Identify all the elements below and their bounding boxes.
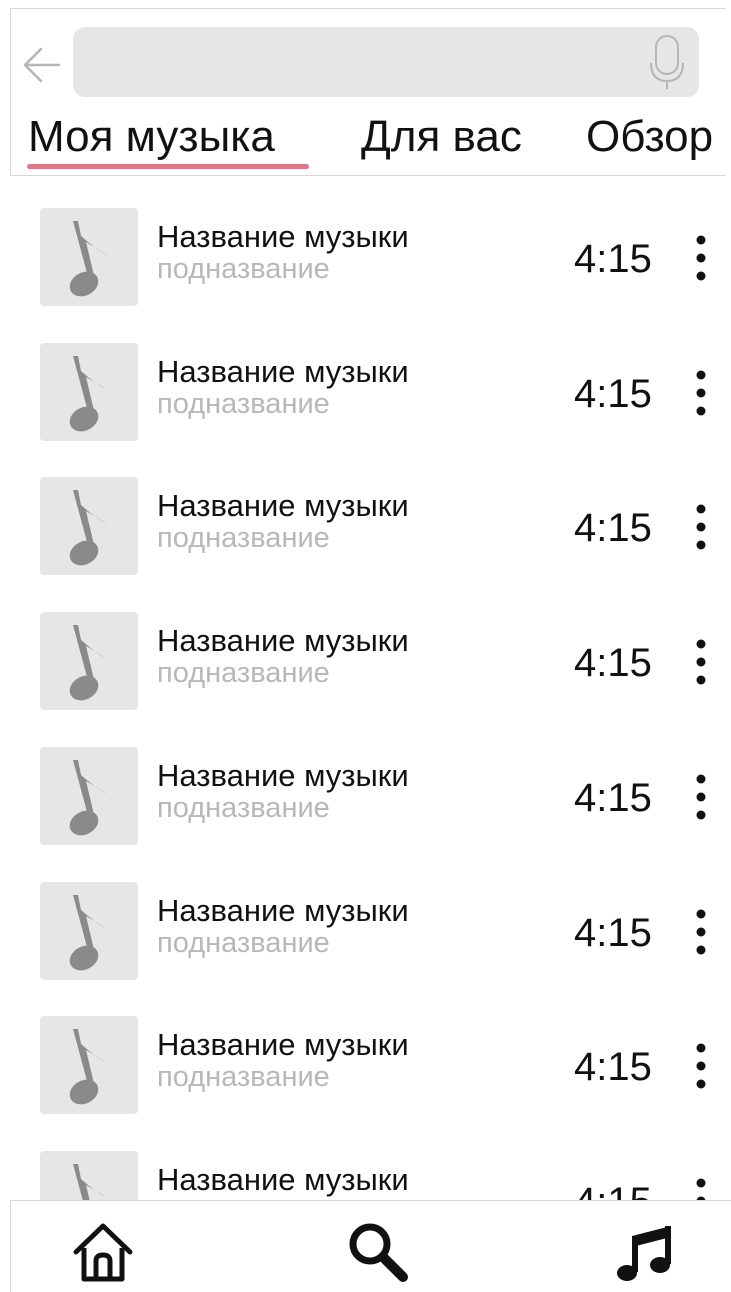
track-subtitle: подназвание: [157, 253, 330, 285]
active-tab-indicator: [27, 164, 309, 169]
more-vertical-icon[interactable]: [688, 634, 714, 690]
music-notes-icon[interactable]: [611, 1215, 683, 1287]
tab-my-music[interactable]: Моя музыка: [28, 109, 275, 165]
track-row[interactable]: Название музыки подназвание 4:15: [0, 596, 731, 730]
music-note-icon: [69, 894, 108, 970]
more-vertical-icon[interactable]: [688, 230, 714, 286]
more-vertical-icon[interactable]: [688, 499, 714, 555]
track-row[interactable]: Название музыки подназвание 4:15: [0, 327, 731, 461]
music-note-icon: [69, 759, 108, 836]
track-row[interactable]: Название музыки подназвание 4:15: [0, 731, 731, 865]
track-title: Название музыки: [157, 488, 409, 524]
track-artwork: [40, 1016, 138, 1115]
track-artwork: [40, 1150, 138, 1200]
track-artwork: [40, 612, 138, 711]
track-subtitle: подназвание: [157, 657, 330, 690]
track-duration: 4:15: [574, 506, 652, 551]
track-title: Название музыки: [157, 353, 409, 389]
track-duration: 4:15: [574, 641, 652, 686]
track-subtitle: подназвание: [157, 1061, 330, 1094]
track-duration: 4:15: [574, 910, 652, 955]
track-title: Название музыки: [157, 892, 409, 928]
track-duration: 4:15: [574, 237, 652, 281]
track-duration: 4:15: [574, 371, 652, 416]
track-row[interactable]: Название музыки подназвание 4:15: [0, 1135, 731, 1200]
track-artwork: [40, 881, 138, 980]
track-title: Название музыки: [157, 623, 409, 659]
more-vertical-icon[interactable]: [688, 769, 714, 825]
search-input[interactable]: [73, 27, 699, 97]
track-title: Название музыки: [157, 757, 409, 793]
more-vertical-icon[interactable]: [688, 1173, 714, 1200]
track-artwork: [40, 208, 138, 306]
track-duration: 4:15: [574, 1045, 652, 1090]
tab-for-you[interactable]: Для вас: [361, 109, 522, 165]
track-subtitle: подназвание: [157, 926, 330, 959]
music-note-icon: [69, 625, 108, 701]
track-duration: 4:15: [574, 775, 652, 820]
music-note-icon: [69, 355, 108, 432]
music-note-icon: [69, 1029, 108, 1105]
track-artwork: [40, 342, 138, 441]
microphone-icon[interactable]: [649, 33, 685, 91]
music-note-icon: [69, 221, 108, 297]
track-artwork: [40, 477, 138, 576]
back-arrow-icon[interactable]: [19, 45, 63, 85]
top-bar: Моя музыка Для вас Обзор: [10, 8, 726, 176]
track-artwork: [40, 746, 138, 845]
track-title: Название музыки: [157, 1161, 409, 1197]
music-note-icon: [73, 1163, 108, 1200]
track-title: Название музыки: [157, 219, 409, 254]
home-icon[interactable]: [67, 1215, 139, 1287]
track-row[interactable]: Название музыки подназвание 4:15: [0, 192, 731, 326]
more-vertical-icon[interactable]: [688, 365, 714, 421]
more-vertical-icon[interactable]: [688, 1038, 714, 1094]
bottom-navigation: [10, 1200, 731, 1292]
track-list: Название музыки подназвание 4:15 Названи…: [0, 176, 731, 1200]
track-subtitle: подназвание: [157, 522, 330, 555]
track-row[interactable]: Название музыки подназвание 4:15: [0, 866, 731, 1000]
track-title: Название музыки: [157, 1027, 409, 1063]
search-icon[interactable]: [341, 1215, 413, 1287]
tab-browse[interactable]: Обзор: [586, 109, 713, 165]
track-row[interactable]: Название музыки подназвание 4:15: [0, 1000, 731, 1134]
track-duration: 4:15: [574, 1179, 652, 1200]
music-note-icon: [69, 490, 108, 566]
track-row[interactable]: Название музыки подназвание 4:15: [0, 461, 731, 595]
track-subtitle: подназвание: [157, 387, 330, 420]
more-vertical-icon[interactable]: [688, 904, 714, 960]
track-subtitle: подназвание: [157, 791, 330, 824]
